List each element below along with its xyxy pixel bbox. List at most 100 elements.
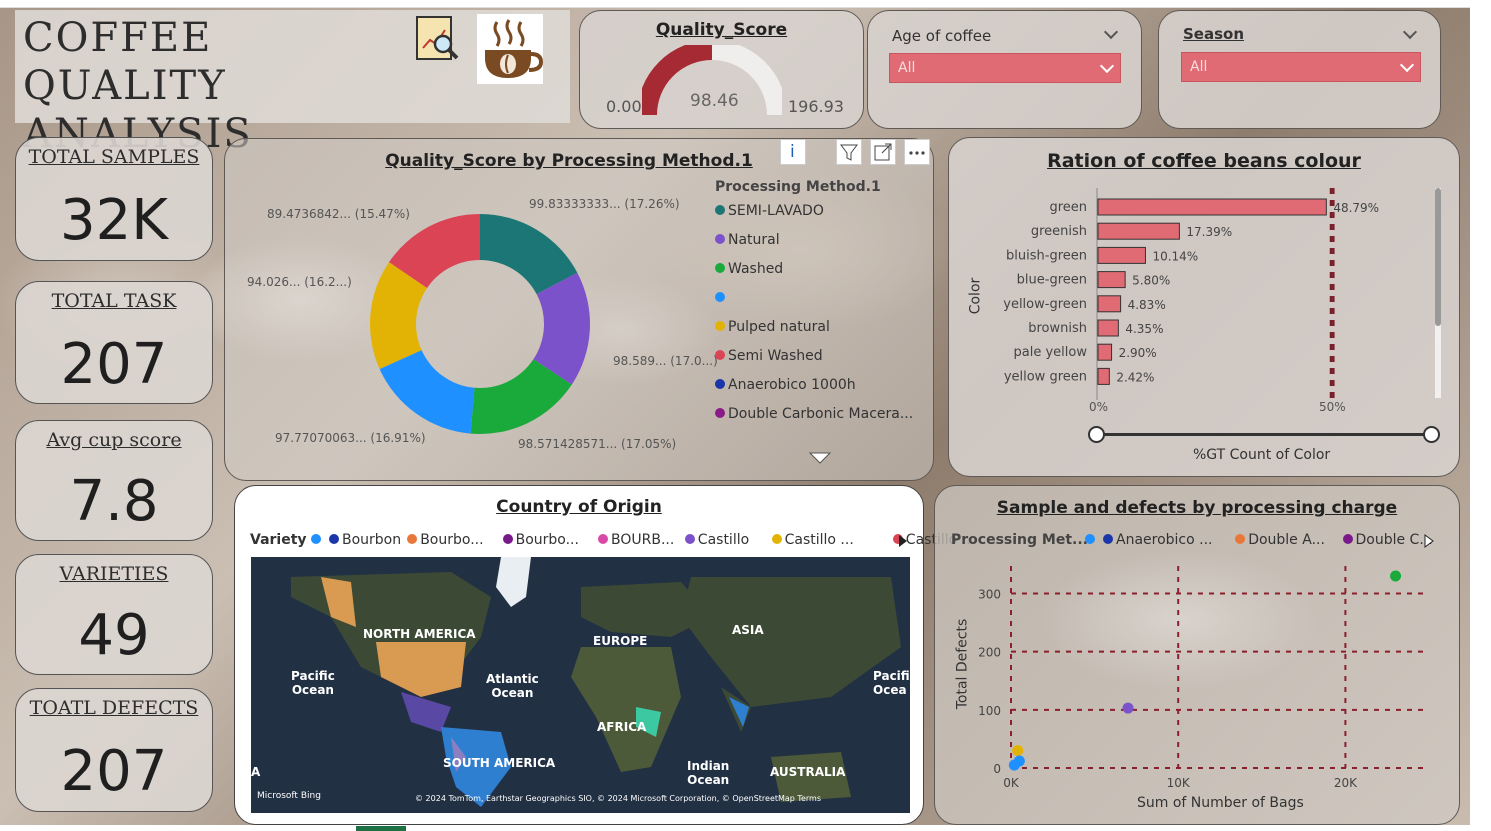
kpi-total-defects: TOATL DEFECTS 207 [15,688,213,812]
legend-dot-icon [598,534,608,544]
chevron-down-icon[interactable] [1402,24,1418,40]
sheet-tab-indicator[interactable] [356,826,406,831]
legend-dot-icon [715,263,725,273]
focus-mode-icon[interactable] [870,139,896,165]
right-strip [1470,0,1491,831]
donut-legend-item[interactable]: Natural [715,232,780,248]
kpi-varieties: VARIETIES 49 [15,554,213,675]
bar-value-label: 4.83% [1128,298,1166,312]
range-slider-track[interactable] [1097,433,1433,436]
kpi-total-samples: TOTAL SAMPLES 32K [15,137,213,261]
scrollbar[interactable] [1435,188,1441,398]
map-legend-item[interactable]: Castillo [684,532,749,548]
gauge-max: 196.93 [788,97,844,116]
donut-slice[interactable] [379,350,475,434]
bar-tick: 0% [1089,400,1109,414]
bar-category-label: pale yellow [1014,345,1088,360]
bar-category-label: brownish [1028,321,1087,336]
map-legend-item[interactable]: Bourbo... [407,532,484,548]
donut-label: 98.589... (17.0...) [613,354,718,368]
season-slicer-dropdown[interactable]: All [1181,52,1421,82]
scatter-point[interactable] [1122,702,1134,714]
bing-credit: Microsoft Bing [257,791,321,801]
donut-legend-item[interactable]: Anaerobico 1000h [715,377,856,393]
donut-legend-item[interactable]: SEMI-LAVADO [715,203,824,219]
bar[interactable] [1097,295,1122,313]
donut-legend-item[interactable]: Double Carbonic Macera... [715,406,913,422]
bar[interactable] [1097,271,1126,289]
map-label-na: NORTH AMERICA [363,627,476,641]
bar[interactable] [1097,246,1146,264]
donut-legend-item[interactable]: Pulped natural [715,319,830,335]
bar[interactable] [1097,319,1119,337]
bottom-strip [0,825,1491,831]
donut-label: 89.4736842... (15.47%) [267,207,410,221]
map-legend-item[interactable]: Bourbon [329,532,401,548]
map-legend-item[interactable]: Bourbo... [502,532,579,548]
donut-title: Quality_Score by Processing Method.1 [385,151,753,171]
age-slicer-dropdown[interactable]: All [889,53,1121,83]
bar-tick: 50% [1319,400,1346,414]
map-label-atlantic: Atlantic Ocean [486,672,539,700]
gauge-title: Quality_Score [655,20,788,40]
map-legend-item[interactable]: BOURB... [598,532,674,548]
map-label-eu: EUROPE [593,634,648,648]
scrollbar-thumb[interactable] [1435,188,1441,326]
chevron-down-icon[interactable] [1103,24,1119,40]
kpi-label: TOTAL SAMPLES [28,146,200,168]
bar[interactable] [1097,222,1180,240]
legend-next-icon[interactable] [899,535,907,547]
y-tick-label: 300 [978,587,1001,601]
kpi-label: TOATL DEFECTS [29,697,199,719]
scatter-xlabel: Sum of Number of Bags [1137,795,1304,811]
bar-value-label: 5.80% [1132,274,1170,288]
donut-label: 99.83333333... (17.26%) [529,197,680,211]
filter-icon[interactable] [836,139,862,165]
map-label-asia: ASIA [732,623,764,637]
scroll-down-icon[interactable] [809,452,831,464]
donut-legend-item[interactable]: Semi Washed [715,348,823,364]
bar[interactable] [1097,367,1110,385]
donut-legend-item[interactable] [715,290,728,306]
bar-category-label: blue-green [1017,273,1087,288]
legend-dot-icon [715,234,725,244]
bar[interactable] [1097,198,1327,216]
range-slider-end[interactable] [1423,426,1440,443]
bar-category-label: green [1049,200,1087,215]
map-legend-title: Variety [250,532,307,548]
legend-dot-icon [715,408,725,418]
season-slicer-value: All [1190,59,1208,75]
scatter-point[interactable] [1012,745,1024,757]
donut-label: 97.77070063... (16.91%) [275,431,426,445]
range-slider-start[interactable] [1088,426,1105,443]
age-slicer-label: Age of coffee [892,27,992,45]
scatter-point[interactable] [1008,759,1020,771]
legend-dot-icon [329,534,339,544]
more-options-icon[interactable] [904,139,930,165]
map-title: Country of Origin [496,497,662,517]
greenland-shape [496,557,531,607]
age-of-coffee-slicer: Age of coffee All [867,10,1142,129]
world-map[interactable]: NORTH AMERICA EUROPE ASIA AFRICA SOUTH A… [251,557,910,813]
donut-legend-item[interactable]: Washed [715,261,783,277]
legend-dot-icon [502,534,513,544]
coffee-cup-icon [477,14,544,84]
chevron-down-icon [1099,58,1115,74]
info-icon[interactable]: i [780,139,806,165]
season-slicer: Season All [1158,10,1441,129]
map-attribution[interactable]: © 2024 TomTom, Earthstar Geographics SIO… [415,794,821,803]
map-legend-item[interactable]: Castillo ... [771,532,854,548]
legend-dot-icon [715,292,725,302]
scatter-point[interactable] [1390,570,1402,582]
bar[interactable] [1097,343,1113,361]
bar-value-label: 2.42% [1116,370,1154,384]
bean-colour-bar-card: Ration of coffee beans colour Color gree… [948,137,1460,477]
season-slicer-label: Season [1183,25,1245,43]
map-label-sa: SOUTH AMERICA [443,756,556,770]
bar-value-label: 2.90% [1119,346,1157,360]
bar-value-label: 4.35% [1125,322,1163,336]
legend-dot-icon [715,379,725,389]
map-label-australia: AUSTRALIA [770,765,846,779]
legend-dot-icon [684,534,695,544]
map-legend-item[interactable] [311,532,324,548]
